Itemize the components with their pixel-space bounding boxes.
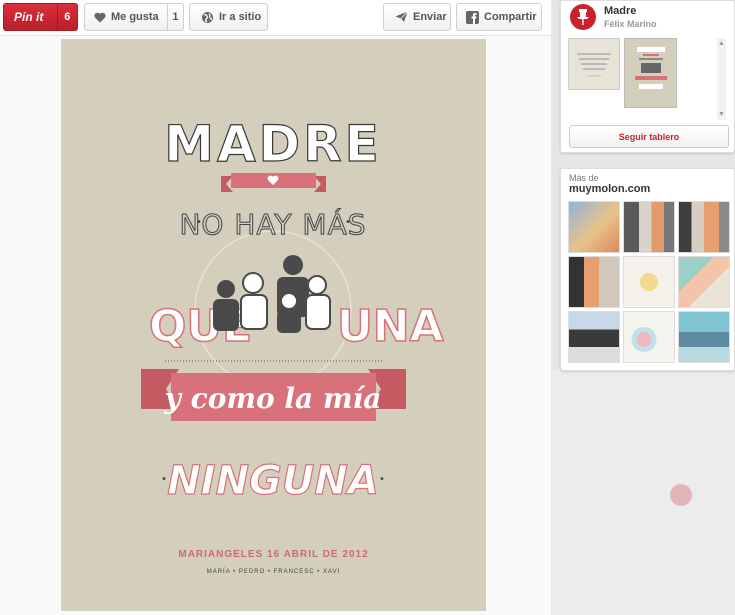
related-pin-thumbnail[interactable] bbox=[678, 256, 730, 308]
related-pins-grid bbox=[568, 201, 730, 363]
share-label: Compartir bbox=[484, 11, 537, 23]
board-card: Madre Félix Marino ▲ ▼ Seguir tablero bbox=[560, 0, 735, 153]
poster-credit: MARIANGELES 16 ABRIL DE 2012 bbox=[178, 549, 369, 560]
send-button[interactable]: Enviar bbox=[383, 3, 451, 31]
related-pin-thumbnail[interactable] bbox=[623, 311, 675, 363]
board-thumbnails bbox=[568, 38, 716, 118]
pin-it-button[interactable]: Pin it 6 bbox=[3, 3, 78, 31]
source-domain-link[interactable]: muymolon.com bbox=[569, 183, 650, 195]
background-avatar bbox=[670, 484, 692, 506]
paper-plane-icon bbox=[394, 10, 408, 24]
pin-image[interactable]: MADRE NO HAY MÁS • • QUE UNA y como la m… bbox=[61, 39, 486, 611]
svg-text:•: • bbox=[196, 217, 202, 228]
pin-toolbar: Pin it 6 Me gusta 1 Ir a sitio Enviar Co… bbox=[0, 0, 551, 36]
related-pin-thumbnail[interactable] bbox=[623, 201, 675, 253]
scroll-down-arrow-icon[interactable]: ▼ bbox=[718, 111, 725, 118]
poster-artwork: MADRE NO HAY MÁS • • QUE UNA y como la m… bbox=[141, 114, 444, 505]
like-label: Me gusta bbox=[111, 11, 159, 23]
board-thumbnail[interactable] bbox=[624, 38, 677, 108]
like-button[interactable]: Me gusta 1 bbox=[84, 3, 184, 31]
board-title[interactable]: Madre bbox=[604, 5, 636, 17]
svg-text:•: • bbox=[345, 217, 351, 228]
related-pin-thumbnail[interactable] bbox=[678, 311, 730, 363]
board-thumbnail[interactable] bbox=[568, 38, 620, 90]
facebook-icon bbox=[465, 10, 479, 24]
pin-image-area: MADRE NO HAY MÁS • • QUE UNA y como la m… bbox=[0, 36, 551, 615]
related-pin-thumbnail[interactable] bbox=[623, 256, 675, 308]
related-pin-thumbnail[interactable] bbox=[568, 311, 620, 363]
poster-word-ninguna: NINGUNA bbox=[167, 458, 379, 504]
pushpin-icon bbox=[577, 9, 589, 25]
related-pin-thumbnail[interactable] bbox=[678, 201, 730, 253]
background-pin-preview bbox=[552, 370, 735, 615]
poster-title-madre: MADRE bbox=[164, 115, 382, 173]
poster-names: MARÍA • PEDRO • FRANCESC • XAVI bbox=[206, 569, 341, 575]
pin-pane: Pin it 6 Me gusta 1 Ir a sitio Enviar Co… bbox=[0, 0, 551, 615]
send-label: Enviar bbox=[413, 11, 447, 23]
more-from-source-card: Más de muymolon.com bbox=[560, 168, 735, 371]
board-author[interactable]: Félix Marino bbox=[604, 19, 657, 29]
more-from-label: Más de bbox=[569, 173, 599, 183]
svg-text:•: • bbox=[161, 474, 167, 485]
poster-word-una: UNA bbox=[337, 301, 444, 352]
related-pin-thumbnail[interactable] bbox=[568, 201, 620, 253]
sidebar: Madre Félix Marino ▲ ▼ Seguir tablero Má… bbox=[552, 0, 735, 615]
visit-site-button[interactable]: Ir a sitio bbox=[189, 3, 268, 31]
follow-board-button[interactable]: Seguir tablero bbox=[569, 125, 729, 148]
poster-line-y-como-la-mia: y como la mía bbox=[164, 382, 382, 415]
share-button[interactable]: Compartir bbox=[456, 3, 542, 31]
board-scrollbar[interactable]: ▲ ▼ bbox=[717, 38, 726, 120]
like-count: 1 bbox=[166, 4, 183, 30]
family-illustration bbox=[213, 255, 331, 333]
pin-count: 6 bbox=[56, 4, 77, 30]
poster-line-no-hay-mas: NO HAY MÁS bbox=[179, 207, 366, 241]
scroll-up-arrow-icon[interactable]: ▲ bbox=[718, 40, 725, 47]
board-avatar[interactable] bbox=[570, 4, 596, 30]
globe-icon bbox=[200, 10, 214, 24]
heart-icon bbox=[94, 10, 106, 24]
svg-text:•: • bbox=[379, 474, 385, 485]
pin-it-label: Pin it bbox=[14, 10, 44, 24]
related-pin-thumbnail[interactable] bbox=[568, 256, 620, 308]
visit-site-label: Ir a sitio bbox=[219, 11, 262, 23]
